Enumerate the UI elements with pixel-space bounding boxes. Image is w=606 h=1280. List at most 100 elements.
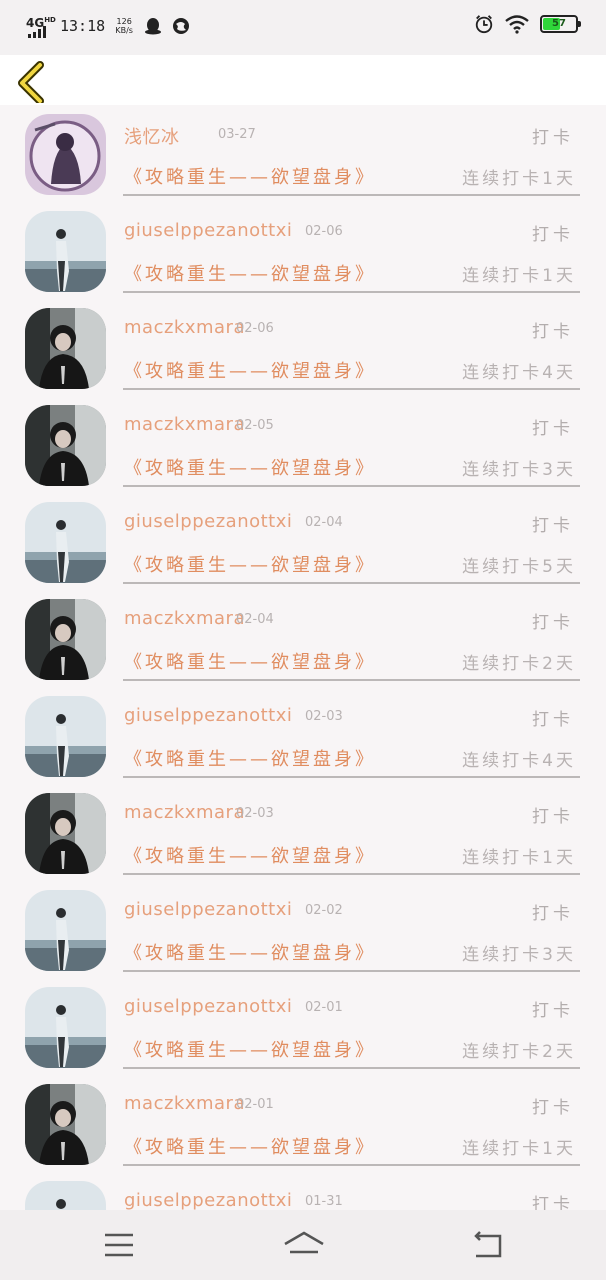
checkin-label: 打卡 bbox=[532, 904, 574, 924]
avatar[interactable] bbox=[25, 793, 106, 874]
checkin-date: 02-03 bbox=[305, 709, 343, 724]
book-title[interactable]: 《攻略重生——欲望盘身》 bbox=[124, 939, 376, 965]
avatar[interactable] bbox=[25, 1084, 106, 1165]
divider bbox=[123, 970, 580, 972]
book-title[interactable]: 《攻略重生——欲望盘身》 bbox=[124, 842, 376, 868]
list-item[interactable]: giuselppezanottxi 02-06 打卡《攻略重生——欲望盘身》 连续打卡… bbox=[0, 202, 606, 299]
book-title[interactable]: 《攻略重生——欲望盘身》 bbox=[124, 1133, 376, 1159]
menu-button[interactable] bbox=[97, 1228, 141, 1262]
list-item[interactable]: maczkxmara 02-06 打卡 《攻略重生——欲望盘身》 连续打卡4天 bbox=[0, 299, 606, 396]
browser-icon bbox=[173, 18, 190, 34]
streak-text: 连续打卡1天 bbox=[462, 169, 576, 189]
avatar[interactable] bbox=[25, 405, 106, 486]
streak-text: 连续打卡3天 bbox=[462, 460, 576, 480]
back-button[interactable] bbox=[14, 59, 54, 105]
clock: 13:18 bbox=[60, 17, 106, 35]
user-name[interactable]: maczkxmara bbox=[124, 608, 245, 629]
chevron-left-icon bbox=[18, 61, 44, 105]
user-name[interactable]: giuselppezanottxi bbox=[124, 511, 292, 532]
user-name[interactable]: maczkxmara bbox=[124, 1093, 245, 1114]
divider bbox=[123, 873, 580, 875]
list-item[interactable]: giuselppezanottxi 02-01 打卡 《攻略重生——欲望盘身》 连续打卡… bbox=[0, 978, 606, 1075]
avatar[interactable] bbox=[25, 308, 106, 389]
divider bbox=[123, 1164, 580, 1166]
avatar[interactable] bbox=[25, 1181, 106, 1210]
streak-text: 连续打卡4天 bbox=[462, 363, 576, 383]
list-item[interactable]: 浅忆冰 03-27 打卡 《攻略重生——欲望盘身》 连续打卡1天 bbox=[0, 105, 606, 202]
home-icon bbox=[284, 1231, 324, 1254]
streak-text: 连续打卡1天 bbox=[462, 1139, 576, 1159]
checkin-label: 打卡 bbox=[532, 807, 574, 827]
network-sup: HD bbox=[44, 16, 56, 24]
avatar[interactable] bbox=[25, 987, 106, 1068]
streak-text: 连续打卡1天 bbox=[462, 266, 576, 286]
checkin-label: 打卡 bbox=[532, 516, 574, 536]
checkin-date: 03-27 bbox=[218, 127, 256, 142]
user-name[interactable]: giuselppezanottxi bbox=[124, 996, 292, 1017]
checkin-date: 02-05 bbox=[236, 418, 274, 433]
avatar[interactable] bbox=[25, 599, 106, 680]
book-title[interactable]: 《攻略重生——欲望盘身》 bbox=[124, 648, 376, 674]
checkin-label: 打卡 bbox=[532, 225, 574, 245]
list-item[interactable]: maczkxmara 02-05 打卡 《攻略重生——欲望盘身》 连续打卡3天 bbox=[0, 396, 606, 493]
checkin-date: 02-04 bbox=[236, 612, 274, 627]
checkin-date: 02-01 bbox=[305, 1000, 343, 1015]
book-title[interactable]: 《攻略重生——欲望盘身》 bbox=[124, 357, 376, 383]
divider bbox=[123, 291, 580, 293]
book-title[interactable]: 《攻略重生——欲望盘身》 bbox=[124, 1036, 376, 1062]
book-title[interactable]: 《攻略重生——欲望盘身》 bbox=[124, 454, 376, 480]
list-item[interactable]: giuselppezanottxi 02-03 打卡《攻略重生——欲望盘身》 连续打卡… bbox=[0, 687, 606, 784]
user-name[interactable]: giuselppezanottxi bbox=[124, 705, 292, 726]
list-item[interactable]: giuselppezanottxi 01-31 打卡 bbox=[0, 1172, 606, 1210]
list-item[interactable]: maczkxmara 02-01 打卡《攻略重生——欲望盘身》 连续打卡1天 bbox=[0, 1075, 606, 1172]
streak-text: 连续打卡2天 bbox=[462, 654, 576, 674]
user-name[interactable]: 浅忆冰 bbox=[124, 123, 180, 149]
list-item[interactable]: maczkxmara 02-03 打卡《攻略重生——欲望盘身》 连续打卡1天 bbox=[0, 784, 606, 881]
list-item[interactable]: maczkxmara 02-04 打卡 《攻略重生——欲望盘身》 连续打卡2天 bbox=[0, 590, 606, 687]
avatar[interactable] bbox=[25, 502, 106, 583]
checkin-date: 02-02 bbox=[305, 903, 343, 918]
home-button[interactable] bbox=[282, 1228, 326, 1262]
list-item[interactable]: giuselppezanottxi 02-02 打卡 《攻略重生——欲望盘身》 连续打卡… bbox=[0, 881, 606, 978]
checkin-date: 02-01 bbox=[236, 1097, 274, 1112]
user-name[interactable]: giuselppezanottxi bbox=[124, 220, 292, 241]
book-title[interactable]: 《攻略重生——欲望盘身》 bbox=[124, 163, 376, 189]
checkin-label: 打卡 bbox=[532, 1195, 574, 1210]
streak-text: 连续打卡4天 bbox=[462, 751, 576, 771]
qq-icon bbox=[145, 18, 162, 35]
battery-icon: 57 bbox=[540, 15, 581, 33]
streak-text: 连续打卡5天 bbox=[462, 557, 576, 577]
avatar[interactable] bbox=[25, 114, 106, 195]
streak-text: 连续打卡2天 bbox=[462, 1042, 576, 1062]
checkin-label: 打卡 bbox=[532, 710, 574, 730]
alarm-icon bbox=[475, 15, 493, 34]
status-bar-right: 57 bbox=[474, 14, 581, 34]
avatar[interactable] bbox=[25, 696, 106, 777]
user-name[interactable]: maczkxmara bbox=[124, 317, 245, 338]
checkin-date: 01-31 bbox=[305, 1194, 343, 1209]
user-name[interactable]: giuselppezanottxi bbox=[124, 1190, 292, 1210]
book-title[interactable]: 《攻略重生——欲望盘身》 bbox=[124, 260, 376, 286]
network-speed-value: 126 bbox=[116, 17, 132, 26]
user-name[interactable]: maczkxmara bbox=[124, 802, 245, 823]
back-nav-button[interactable] bbox=[466, 1228, 510, 1262]
avatar[interactable] bbox=[25, 211, 106, 292]
network-speed: 126 KB/s bbox=[113, 17, 135, 35]
book-title[interactable]: 《攻略重生——欲望盘身》 bbox=[124, 551, 376, 577]
checkin-label: 打卡 bbox=[532, 1098, 574, 1118]
checkin-date: 02-04 bbox=[305, 515, 343, 530]
user-name[interactable]: giuselppezanottxi bbox=[124, 899, 292, 920]
divider bbox=[123, 679, 580, 681]
list-item[interactable]: giuselppezanottxi 02-04 打卡《攻略重生——欲望盘身》 连续打卡… bbox=[0, 493, 606, 590]
divider bbox=[123, 776, 580, 778]
checkin-date: 02-06 bbox=[305, 224, 343, 239]
book-title[interactable]: 《攻略重生——欲望盘身》 bbox=[124, 745, 376, 771]
checkin-date: 02-03 bbox=[236, 806, 274, 821]
streak-text: 连续打卡1天 bbox=[462, 848, 576, 868]
divider bbox=[123, 194, 580, 196]
wifi-icon bbox=[505, 15, 529, 34]
user-name[interactable]: maczkxmara bbox=[124, 414, 245, 435]
divider bbox=[123, 582, 580, 584]
checkin-date: 02-06 bbox=[236, 321, 274, 336]
avatar[interactable] bbox=[25, 890, 106, 971]
